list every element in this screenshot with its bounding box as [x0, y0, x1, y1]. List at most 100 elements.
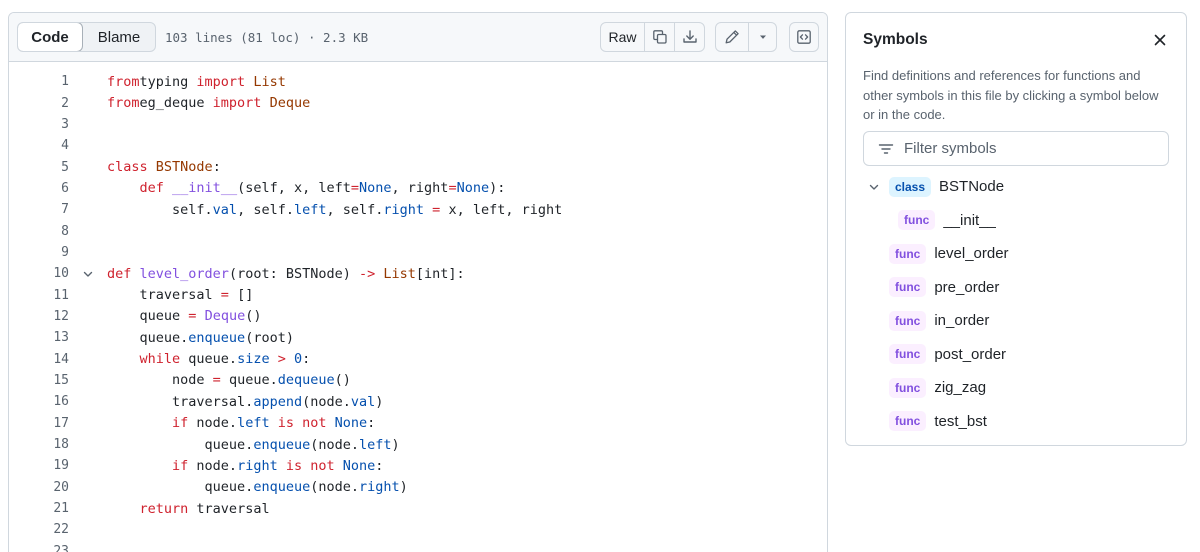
symbol-item-zig-zag[interactable]: func zig_zag [863, 371, 1169, 405]
line-number[interactable]: 22 [9, 522, 69, 537]
code-text[interactable]: queue = Deque() [107, 308, 262, 324]
code-text[interactable]: self.val, self.left, self.right = x, lef… [107, 202, 562, 218]
chevron-down-icon[interactable] [868, 181, 880, 193]
code-tab[interactable]: Code [18, 23, 83, 51]
code-text[interactable]: def level_order(root: BSTNode) -> List[i… [107, 266, 465, 282]
code-token: : [302, 351, 311, 368]
code-token: queue. [107, 479, 254, 496]
code-text[interactable]: def __init__(self, x, left=None, right=N… [107, 180, 506, 197]
line-number[interactable]: 14 [9, 352, 69, 367]
code-token: ): [489, 180, 506, 197]
line-number[interactable]: 20 [9, 480, 69, 495]
line-number[interactable]: 5 [9, 160, 69, 175]
line-number[interactable]: 23 [9, 544, 69, 552]
line-number[interactable]: 21 [9, 501, 69, 516]
code-token: right [383, 201, 425, 218]
code-text[interactable]: if node.right is not None: [107, 458, 383, 474]
code-token: queue. [180, 351, 238, 368]
code-text[interactable]: traversal.append(node.val) [107, 394, 383, 410]
copy-raw-button[interactable] [644, 23, 674, 51]
symbol-kind-badge: class [889, 176, 932, 197]
code-token: typing [139, 73, 197, 90]
symbol-item-in-order[interactable]: func in_order [863, 304, 1169, 338]
code-text[interactable]: node = queue.dequeue() [107, 372, 351, 388]
code-blame-toggle: Code Blame [17, 22, 156, 52]
symbol-kind-badge: func [889, 243, 927, 264]
line-number[interactable]: 13 [9, 330, 69, 345]
code-text[interactable]: queue.enqueue(node.right) [107, 479, 408, 495]
code-token: import [196, 73, 246, 90]
symbol-name: test_bst [934, 412, 987, 430]
line-number[interactable]: 1 [9, 74, 69, 89]
filter-symbols-input[interactable] [904, 140, 1154, 157]
symbol-name: in_order [934, 312, 990, 330]
code-line: 15 node = queue.dequeue() [9, 370, 827, 391]
symbol-kind-badge: func [889, 411, 927, 432]
code-token: () [334, 372, 351, 389]
file-header: Code Blame 103 lines (81 loc) · 2.3 KB R… [9, 13, 827, 62]
symbol-item-pre-order[interactable]: func pre_order [863, 271, 1169, 305]
code-token: node [107, 372, 213, 389]
download-button[interactable] [674, 23, 704, 51]
line-number[interactable]: 17 [9, 416, 69, 431]
symbol-item-post-order[interactable]: func post_order [863, 338, 1169, 372]
code-line: 14 while queue.size > 0: [9, 348, 827, 369]
code-line: 3 [9, 114, 827, 135]
raw-button[interactable]: Raw [601, 23, 644, 51]
symbol-item-level-order[interactable]: func level_order [863, 237, 1169, 271]
more-edit-options-button[interactable] [748, 23, 776, 51]
line-number[interactable]: 7 [9, 202, 69, 217]
code-text[interactable]: fromtyping import List [107, 74, 286, 90]
code-token: eg_deque [139, 95, 213, 112]
code-text[interactable]: traversal = [] [107, 287, 254, 303]
symbol-item-test-bst[interactable]: func test_bst [863, 405, 1169, 439]
code-token: ) [399, 479, 408, 496]
code-text[interactable]: fromeg_deque import Deque [107, 95, 310, 111]
code-text[interactable]: return traversal [107, 501, 270, 517]
symbol-item-init[interactable]: func __init__ [863, 204, 1169, 238]
code-text[interactable]: if node.left is not None: [107, 415, 375, 431]
line-number[interactable]: 16 [9, 394, 69, 409]
line-number[interactable]: 12 [9, 309, 69, 324]
code-text[interactable]: class BSTNode: [107, 159, 221, 175]
code-token: __init__ [172, 180, 238, 197]
code-token: enqueue [253, 479, 311, 496]
line-number[interactable]: 18 [9, 437, 69, 452]
line-number[interactable]: 8 [9, 224, 69, 239]
code-token: (node. [310, 436, 359, 453]
code-token: , self. [237, 201, 294, 218]
symbol-item-BSTNode[interactable]: class BSTNode [863, 170, 1169, 204]
blame-tab[interactable]: Blame [83, 23, 155, 51]
code-view: 1 fromtyping import List 2 fromeg_deque imp… [9, 62, 827, 552]
line-number[interactable]: 19 [9, 458, 69, 473]
line-number[interactable]: 4 [9, 138, 69, 153]
code-token: ) [391, 436, 400, 453]
fold-toggle[interactable] [69, 268, 107, 280]
line-number[interactable]: 3 [9, 117, 69, 132]
line-number[interactable]: 9 [9, 245, 69, 260]
code-token: class [107, 159, 148, 176]
code-text[interactable]: queue.enqueue(node.left) [107, 437, 400, 453]
filter-icon [878, 143, 894, 154]
x-icon[interactable] [1152, 32, 1168, 48]
filter-symbols-field[interactable] [863, 131, 1169, 166]
line-number[interactable]: 2 [9, 96, 69, 111]
line-number[interactable]: 10 [9, 266, 69, 281]
code-line: 6 def __init__(self, x, left=None, right… [9, 178, 827, 199]
code-line: 8 [9, 220, 827, 241]
line-number[interactable]: 11 [9, 288, 69, 303]
code-line: 18 queue.enqueue(node.left) [9, 434, 827, 455]
line-number[interactable]: 6 [9, 181, 69, 196]
code-token: append [253, 393, 303, 410]
edit-file-button[interactable] [716, 23, 748, 51]
code-text[interactable]: while queue.size > 0: [107, 351, 311, 368]
line-number[interactable]: 15 [9, 373, 69, 388]
symbols-panel-toggle[interactable] [789, 22, 819, 52]
code-token: (root: BSTNode) [228, 265, 359, 282]
code-text[interactable]: queue.enqueue(root) [107, 330, 294, 346]
edit-group [715, 22, 777, 52]
